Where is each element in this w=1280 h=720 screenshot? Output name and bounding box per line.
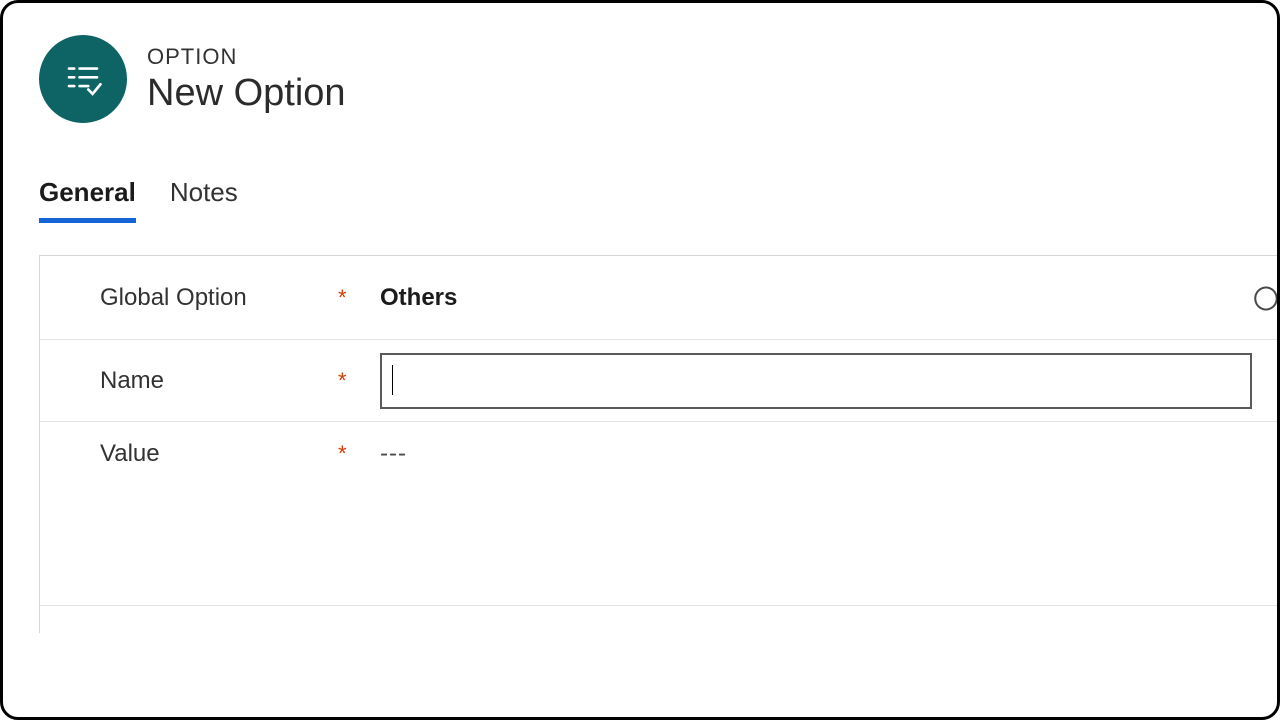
field-row-spacer — [40, 606, 1280, 633]
name-input-wrap — [380, 353, 1252, 409]
value-label: Value — [100, 440, 338, 468]
tab-bar: General Notes — [39, 177, 1277, 223]
field-row-empty — [40, 486, 1280, 606]
tab-general[interactable]: General — [39, 177, 136, 223]
form-panel: Global Option * Others 〇 Name * Value * … — [39, 255, 1280, 633]
entity-type-label: OPTION — [147, 44, 346, 70]
page-title: New Option — [147, 72, 346, 115]
name-input[interactable] — [380, 353, 1252, 409]
header-text: OPTION New Option — [147, 44, 346, 115]
field-row-global-option: Global Option * Others 〇 — [40, 256, 1280, 340]
window-frame: OPTION New Option General Notes Global O… — [0, 0, 1280, 720]
field-row-name: Name * — [40, 340, 1280, 422]
required-indicator: * — [338, 441, 358, 467]
global-option-value[interactable]: Others — [380, 284, 457, 312]
required-indicator: * — [338, 285, 358, 311]
tab-notes[interactable]: Notes — [170, 177, 238, 223]
option-list-icon — [39, 35, 127, 123]
field-row-value: Value * --- — [40, 422, 1280, 486]
global-option-label: Global Option — [100, 284, 338, 312]
required-indicator: * — [338, 368, 358, 394]
name-label: Name — [100, 367, 338, 395]
form-header: OPTION New Option — [3, 3, 1277, 123]
text-caret — [392, 365, 393, 395]
value-display[interactable]: --- — [380, 440, 407, 468]
lookup-clear-icon[interactable]: 〇 — [1253, 279, 1279, 316]
